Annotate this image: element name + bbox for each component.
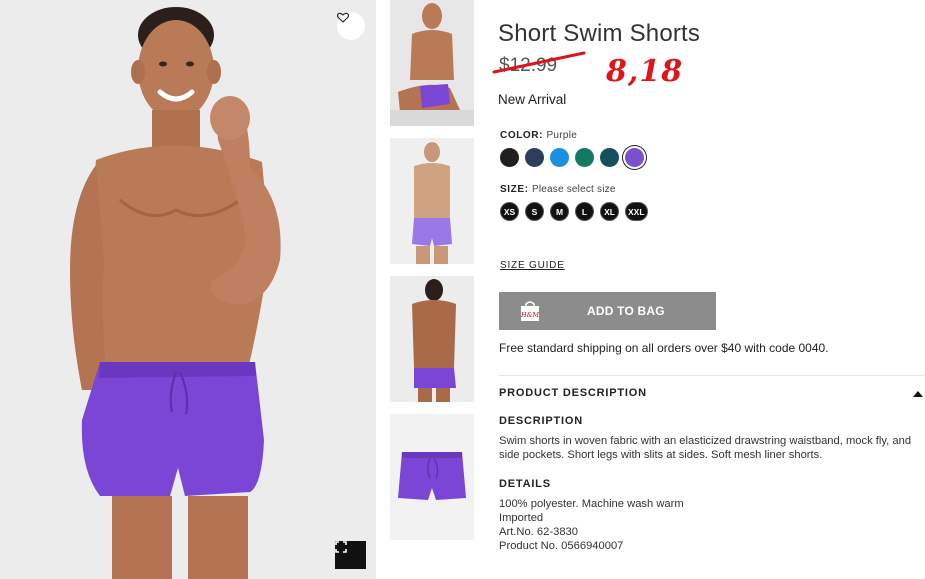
size-option-m[interactable]: M — [550, 202, 569, 221]
swatch-purple[interactable] — [625, 148, 644, 167]
color-swatches — [500, 148, 644, 167]
thumbnail-4[interactable] — [390, 414, 474, 540]
size-guide-link[interactable]: SIZE GUIDE — [500, 260, 565, 271]
size-option-xxl[interactable]: XXL — [625, 202, 648, 221]
details-item: Imported — [499, 512, 544, 524]
handwritten-price: 8,18 — [606, 54, 684, 89]
caret-up-icon[interactable] — [913, 390, 923, 397]
divider — [499, 375, 925, 376]
product-description-header[interactable]: PRODUCT DESCRIPTION — [499, 387, 647, 399]
description-text: Swim shorts in woven fabric with an elas… — [499, 435, 912, 462]
size-option-xs[interactable]: XS — [500, 202, 519, 221]
product-title: Short Swim Shorts — [498, 20, 701, 47]
thumbnail-2[interactable] — [390, 138, 474, 264]
size-prompt: Please select size — [531, 184, 616, 195]
model-illustration — [0, 0, 376, 579]
color-label: COLOR: Purple — [500, 130, 577, 141]
thumbnail-3[interactable] — [390, 276, 474, 402]
color-label-title: COLOR: — [500, 130, 544, 141]
details-heading: DETAILS — [499, 478, 551, 490]
shipping-note: Free standard shipping on all orders ove… — [499, 341, 829, 355]
price-strikethrough-mark — [492, 51, 586, 74]
size-options: XS S M L XL XXL — [500, 202, 648, 221]
fullscreen-button[interactable] — [335, 541, 366, 569]
thumbnail-image — [390, 414, 474, 540]
size-option-l[interactable]: L — [575, 202, 594, 221]
thumbnail-image — [390, 0, 474, 126]
size-option-s[interactable]: S — [525, 202, 544, 221]
bag-logo-text: H&M — [520, 311, 539, 319]
selected-color: Purple — [546, 130, 578, 141]
size-label-title: SIZE: — [500, 184, 529, 195]
add-to-bag-button[interactable]: H&M ADD TO BAG — [499, 292, 716, 330]
details-item: 100% polyester. Machine wash warm — [499, 498, 684, 510]
thumbnail-1[interactable] — [390, 0, 474, 126]
details-item: Product No. 0566940007 — [499, 540, 624, 552]
add-to-bag-label: ADD TO BAG — [587, 304, 665, 318]
details-item: Art.No. 62-3830 — [499, 526, 578, 538]
swatch-green[interactable] — [575, 148, 594, 167]
size-label: SIZE: Please select size — [500, 184, 616, 195]
thumbnail-image — [390, 138, 474, 264]
swatch-dark-blue[interactable] — [525, 148, 544, 167]
main-product-image[interactable] — [0, 0, 376, 579]
new-arrival-badge: New Arrival — [498, 92, 567, 107]
thumbnail-image — [390, 276, 474, 402]
description-heading: DESCRIPTION — [499, 415, 583, 427]
swatch-blue[interactable] — [550, 148, 569, 167]
size-option-xl[interactable]: XL — [600, 202, 619, 221]
swatch-dark-turquoise[interactable] — [600, 148, 619, 167]
heart-icon — [337, 12, 349, 23]
swatch-black[interactable] — [500, 148, 519, 167]
details-list: 100% polyester. Machine wash warm Import… — [499, 497, 684, 553]
expand-icon — [335, 541, 347, 553]
shopping-bag-icon: H&M — [520, 301, 539, 321]
favorite-button[interactable] — [337, 12, 365, 40]
